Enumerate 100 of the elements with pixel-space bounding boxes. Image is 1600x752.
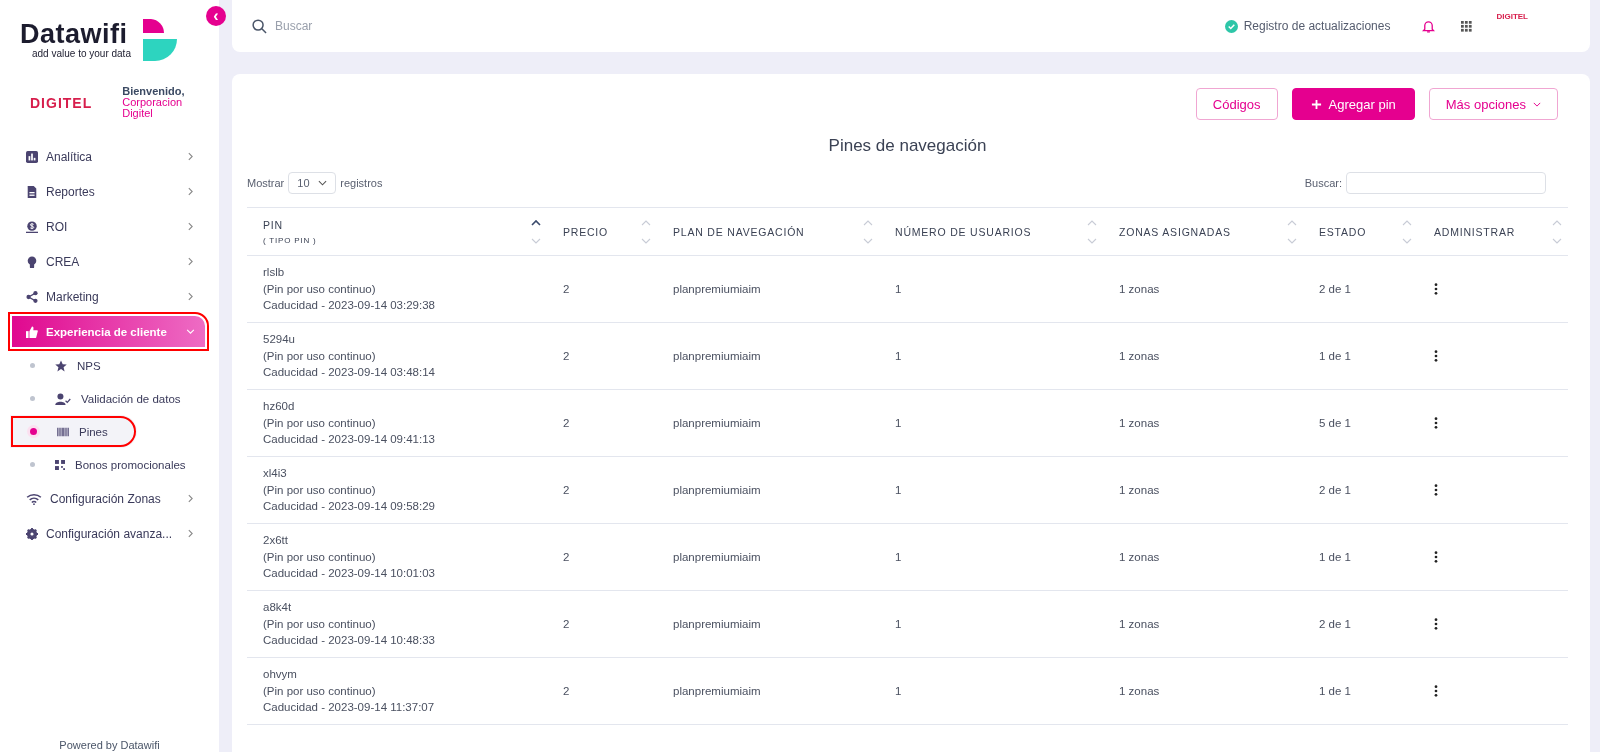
qr-code-icon — [55, 459, 65, 470]
table-cell-text: 2 — [562, 617, 571, 632]
table-cell-text: planpremiumiaim — [672, 416, 762, 431]
table-cell-text: 1 — [894, 483, 903, 498]
chevron-icon — [188, 292, 193, 301]
column-header[interactable]: PIN ( TIPO PIN ) — [247, 208, 547, 255]
table-cell-text: 2 — [562, 550, 571, 565]
user-check-icon — [55, 392, 71, 405]
table-cell-text: 2 — [562, 416, 571, 431]
table-cell-text: planpremiumiaim — [672, 282, 762, 297]
account-logo[interactable]: DIGITEL — [1496, 12, 1528, 21]
records-label: registros — [340, 177, 383, 189]
table-cell-text: 1 de 1 — [1318, 550, 1352, 565]
coin-icon — [26, 220, 38, 233]
table-cell-text: 1 de 1 — [1318, 684, 1352, 699]
sidebar-item[interactable]: Analítica — [0, 139, 219, 174]
more-vertical-icon[interactable] — [1434, 685, 1438, 697]
chevron-icon — [188, 529, 193, 538]
table-cell-text: 2 de 1 — [1318, 483, 1352, 498]
sidebar-item[interactable]: Marketing — [0, 279, 219, 314]
table-cell-text: 1 — [894, 684, 903, 699]
more-vertical-icon[interactable] — [1434, 350, 1438, 362]
table-cell-text: 2 — [562, 483, 571, 498]
more-vertical-icon[interactable] — [1434, 551, 1438, 563]
sort-icon — [1287, 218, 1297, 245]
add-pin-button[interactable]: Agregar pin — [1291, 88, 1415, 120]
more-vertical-icon[interactable] — [1434, 618, 1438, 630]
lightbulb-icon — [26, 255, 38, 268]
greeting-text: Bienvenido, — [122, 86, 186, 97]
search-icon — [252, 18, 267, 34]
thumbs-up-icon — [26, 325, 38, 338]
table-cell-text: 1 zonas — [1118, 684, 1161, 699]
submenu-item[interactable]: Validación de datos — [0, 382, 219, 415]
collapse-button[interactable]: ‹ — [206, 6, 226, 26]
sidebar-item[interactable]: Configuración avanza... — [0, 516, 219, 551]
table-cell-text: 1 zonas — [1118, 483, 1161, 498]
pin-cell-text: ohvym (Pin por uso continuo) Caducidad - 2023-09-14 11:37:07 — [262, 667, 436, 716]
column-header[interactable]: ESTADO — [1303, 208, 1418, 255]
table-cell-text: planpremiumiaim — [672, 550, 762, 565]
wifi-icon — [26, 492, 42, 505]
settings-icon — [26, 527, 38, 540]
table-cell-text: planpremiumiaim — [672, 617, 762, 632]
sidebar-item[interactable]: Configuración Zonas — [0, 481, 219, 516]
sidebar-item[interactable]: ROI — [0, 209, 219, 244]
page-title: Pines de navegación — [827, 136, 988, 156]
more-vertical-icon[interactable] — [1434, 417, 1438, 429]
table-cell-text: 1 zonas — [1118, 617, 1161, 632]
submenu-item[interactable]: Bonos promocionales — [0, 448, 219, 481]
apps-grid-icon[interactable] — [1461, 20, 1473, 32]
submenu-item[interactable]: Pines — [10, 415, 137, 448]
sort-icon — [1552, 218, 1562, 245]
table-cell-text: 1 zonas — [1118, 349, 1161, 364]
chevron-icon — [186, 329, 195, 334]
changelog-link[interactable]: Registro de actualizaciones — [1243, 19, 1391, 33]
submenu-item[interactable]: NPS — [0, 349, 219, 382]
table-cell-text: 2 de 1 — [1318, 282, 1352, 297]
table-cell-text: planpremiumiaim — [672, 483, 762, 498]
more-options-button[interactable]: Más opciones — [1428, 88, 1558, 120]
document-icon — [26, 185, 38, 198]
powered-by-text: Powered by Datawifi — [58, 738, 161, 752]
star-icon — [55, 359, 67, 372]
more-vertical-icon[interactable] — [1434, 283, 1438, 295]
table-cell-text: 1 zonas — [1118, 416, 1161, 431]
table-cell-text: planpremiumiaim — [672, 349, 762, 364]
table-cell-text: 1 — [894, 617, 903, 632]
pin-cell-text: xl4i3 (Pin por uso continuo) Caducidad - 2023-09-14 09:58:29 — [262, 466, 436, 515]
table-cell-text: 1 de 1 — [1318, 349, 1352, 364]
share-icon — [26, 290, 38, 303]
column-header[interactable]: ZONAS ASIGNADAS — [1103, 208, 1303, 255]
barcode-icon — [57, 425, 69, 438]
sidebar-item[interactable]: Reportes — [0, 174, 219, 209]
bell-icon[interactable] — [1422, 19, 1436, 33]
table-cell-text: 2 — [562, 349, 571, 364]
table-cell-text: 5 de 1 — [1318, 416, 1352, 431]
pin-cell-text: 2x6tt (Pin por uso continuo) Caducidad - 2023-09-14 10:01:03 — [262, 533, 436, 582]
sort-icon — [1402, 218, 1412, 245]
brand-tagline: add value to your data — [32, 48, 131, 59]
table-cell-text: 2 — [562, 684, 571, 699]
sort-icon — [641, 218, 651, 245]
bar-chart-icon — [26, 150, 38, 163]
more-vertical-icon[interactable] — [1434, 484, 1438, 496]
column-header[interactable]: PRECIO — [547, 208, 657, 255]
sort-icon — [1087, 218, 1097, 245]
table-cell-text: 1 — [894, 550, 903, 565]
page-size-select[interactable]: 10 — [288, 172, 337, 194]
table-cell-text: 1 zonas — [1118, 282, 1161, 297]
table-cell-text: 1 — [894, 282, 903, 297]
show-label: Mostrar — [247, 177, 285, 189]
column-header[interactable]: NÚMERO DE USUARIOS — [879, 208, 1103, 255]
filter-field[interactable] — [1346, 172, 1546, 194]
chevron-icon — [188, 187, 193, 196]
filter-label: Buscar: — [1304, 177, 1342, 189]
pin-cell-text: 5294u (Pin por uso continuo) Caducidad - 2023-09-14 03:48:14 — [262, 332, 436, 381]
sidebar-item[interactable]: CREA — [0, 244, 219, 279]
column-header[interactable]: PLAN DE NAVEGACIÓN — [657, 208, 879, 255]
column-header[interactable]: ADMINISTRAR — [1418, 208, 1568, 255]
table-cell-text: 2 de 1 — [1318, 617, 1352, 632]
table-cell-text: 2 — [562, 282, 571, 297]
codes-button[interactable]: Códigos — [1195, 88, 1278, 120]
sort-icon — [863, 218, 873, 245]
